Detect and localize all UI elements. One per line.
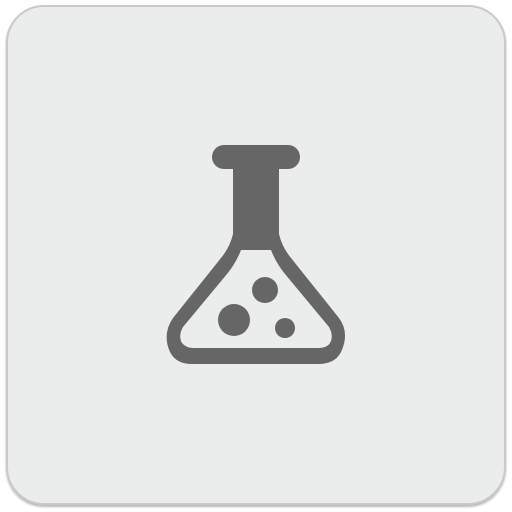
flask-icon [166,145,346,364]
